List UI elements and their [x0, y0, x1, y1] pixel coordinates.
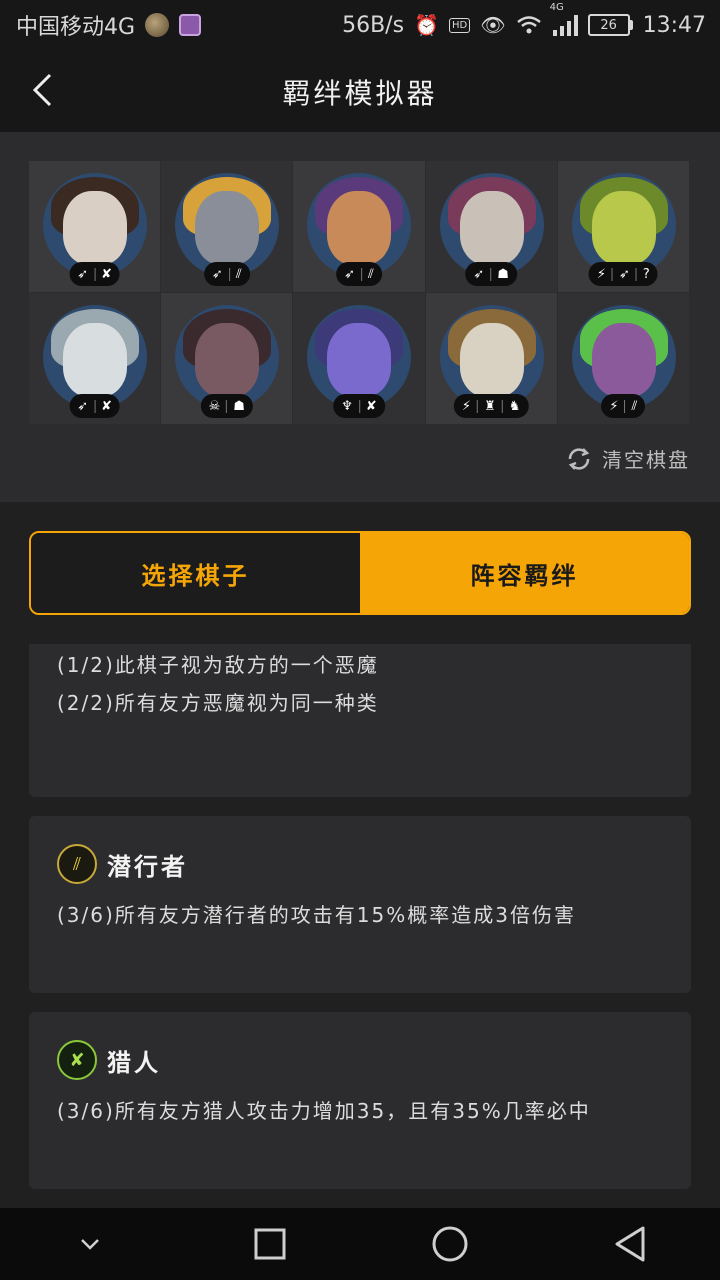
circle-icon	[432, 1226, 468, 1262]
hero-class-badge: ⚡ ♜ ♞	[453, 394, 529, 418]
hero-class-badge: ⚡ ➶?	[588, 262, 658, 286]
trait-icon: ➶	[344, 266, 356, 282]
hunter-icon: ✘	[57, 1040, 97, 1080]
board-cell[interactable]: ⚡ ➶?	[557, 161, 690, 293]
trait-icon: ?	[642, 266, 650, 282]
synergy-line: (3/6)所有友方猎人攻击力增加35，且有35%几率必中	[57, 1099, 591, 1123]
network-type: 4G	[549, 2, 564, 13]
clear-board-button[interactable]: 清空棋盘	[566, 444, 690, 473]
trait-icon: ♞	[508, 398, 521, 414]
board-cell[interactable]: ➶ ✘	[29, 293, 162, 425]
board-cell[interactable]: ➶ ⫽	[293, 161, 426, 293]
trait-icon: ♜	[484, 398, 496, 414]
trait-icon: ☠	[208, 398, 221, 414]
trait-icon: ➶	[77, 398, 89, 414]
battery-icon: 26	[587, 14, 633, 36]
hd-icon: HD	[448, 17, 471, 33]
assassin-icon: ⫽	[57, 844, 97, 884]
hero-class-badge: ☠ ☗	[200, 394, 253, 418]
board-cell[interactable]: ➶ ⫽	[161, 161, 294, 293]
hero-class-badge: ➶ ✘	[69, 394, 120, 418]
clear-board-label: 清空棋盘	[602, 448, 690, 472]
eye-icon: 👁	[480, 13, 506, 37]
tab-bar: 选择棋子 阵容羁绊	[29, 531, 691, 615]
trait-icon: ➶	[77, 266, 89, 282]
trait-icon: ☗	[233, 398, 245, 414]
trait-icon: ⚡	[609, 398, 619, 414]
status-bar: 中国移动4G 56B/s ⏰ HD 👁 4G 26 13:47	[0, 0, 720, 50]
hero-class-badge: ➶ ⫽	[203, 262, 250, 286]
synergy-card-assassin: ⫽ 潜行者 (3/6)所有友方潜行者的攻击有15%概率造成3倍伤害	[29, 816, 691, 993]
hero-class-badge: ➶ ☗	[465, 262, 517, 286]
synergy-list[interactable]: (1/2)此棋子视为敌方的一个恶魔 (2/2)所有友方恶魔视为同一种类 ⫽ 潜行…	[0, 644, 720, 1208]
nav-back-button[interactable]	[590, 1214, 670, 1274]
board-cell[interactable]: ♆ ✘	[293, 293, 426, 425]
tab-select-pieces[interactable]: 选择棋子	[31, 533, 360, 613]
hero-class-badge: ♆ ✘	[333, 394, 385, 418]
tab-lineup-synergies[interactable]: 阵容羁绊	[360, 533, 689, 613]
page-title: 羁绊模拟器	[282, 77, 438, 110]
board-section: ➶ ✘ ➶ ⫽ ➶ ⫽ ➶ ☗ ⚡ ➶? ➶ ✘ ☠ ☗ ♆ ✘ ⚡ ♜ ♞ ⚡ ⫽ 清空棋盘	[0, 132, 720, 502]
app-notification-icon	[145, 13, 170, 37]
trait-icon: ⫽	[631, 398, 638, 414]
hero-class-badge: ➶ ⫽	[336, 262, 382, 286]
board-cell[interactable]: ⚡ ⫽	[557, 293, 690, 425]
synergy-title: 猎人	[107, 1048, 161, 1077]
trait-icon: ☗	[497, 266, 509, 282]
trait-icon: ➶	[211, 266, 223, 282]
network-speed: 56B/s	[342, 12, 405, 38]
trait-icon: ➶	[619, 266, 630, 282]
chess-board: ➶ ✘ ➶ ⫽ ➶ ⫽ ➶ ☗ ⚡ ➶? ➶ ✘ ☠ ☗ ♆ ✘ ⚡ ♜ ♞ ⚡ ⫽	[29, 161, 690, 425]
app-header: 羁绊模拟器	[0, 50, 720, 132]
hero-class-badge: ⚡ ⫽	[601, 394, 646, 418]
hero-class-badge: ➶ ✘	[69, 262, 120, 286]
trait-icon: ⚡	[596, 266, 607, 282]
synergy-line: (2/2)所有友方恶魔视为同一种类	[57, 691, 379, 715]
refresh-icon	[568, 447, 590, 470]
synergy-line: (3/6)所有友方潜行者的攻击有15%概率造成3倍伤害	[57, 903, 576, 927]
clock: 13:47	[642, 12, 706, 38]
gallery-notification-icon	[179, 14, 202, 36]
board-cell[interactable]: ➶ ☗	[425, 161, 558, 293]
board-cell[interactable]: ➶ ✘	[29, 161, 162, 293]
alarm-icon: ⏰	[414, 13, 439, 37]
wifi-icon	[516, 16, 541, 34]
trait-icon: ✘	[365, 398, 377, 414]
nav-collapse-button[interactable]	[50, 1214, 130, 1274]
synergy-line: (1/2)此棋子视为敌方的一个恶魔	[57, 653, 379, 677]
board-cell[interactable]: ⚡ ♜ ♞	[425, 293, 558, 425]
square-icon	[254, 1228, 286, 1260]
synergy-card-hunter: ✘ 猎人 (3/6)所有友方猎人攻击力增加35，且有35%几率必中	[29, 1012, 691, 1189]
trait-icon: ⫽	[368, 266, 374, 282]
triangle-back-icon	[615, 1226, 645, 1262]
board-cell[interactable]: ☠ ☗	[161, 293, 294, 425]
carrier-label: 中国移动4G	[16, 15, 136, 40]
nav-home-button[interactable]	[410, 1214, 490, 1274]
synergy-title: 潜行者	[107, 852, 188, 881]
trait-icon: ⫽	[235, 266, 242, 282]
trait-icon: ⚡	[461, 398, 472, 414]
trait-icon: ✘	[101, 398, 112, 414]
nav-recents-button[interactable]	[230, 1214, 310, 1274]
system-nav-bar	[0, 1208, 720, 1280]
signal-icon: 4G	[550, 2, 578, 36]
trait-icon: ♆	[341, 398, 353, 414]
chevron-down-icon	[81, 1239, 99, 1250]
battery-level: 26	[587, 14, 630, 36]
synergy-card-demon: (1/2)此棋子视为敌方的一个恶魔 (2/2)所有友方恶魔视为同一种类	[29, 644, 691, 797]
trait-icon: ✘	[101, 266, 112, 282]
trait-icon: ➶	[473, 266, 485, 282]
